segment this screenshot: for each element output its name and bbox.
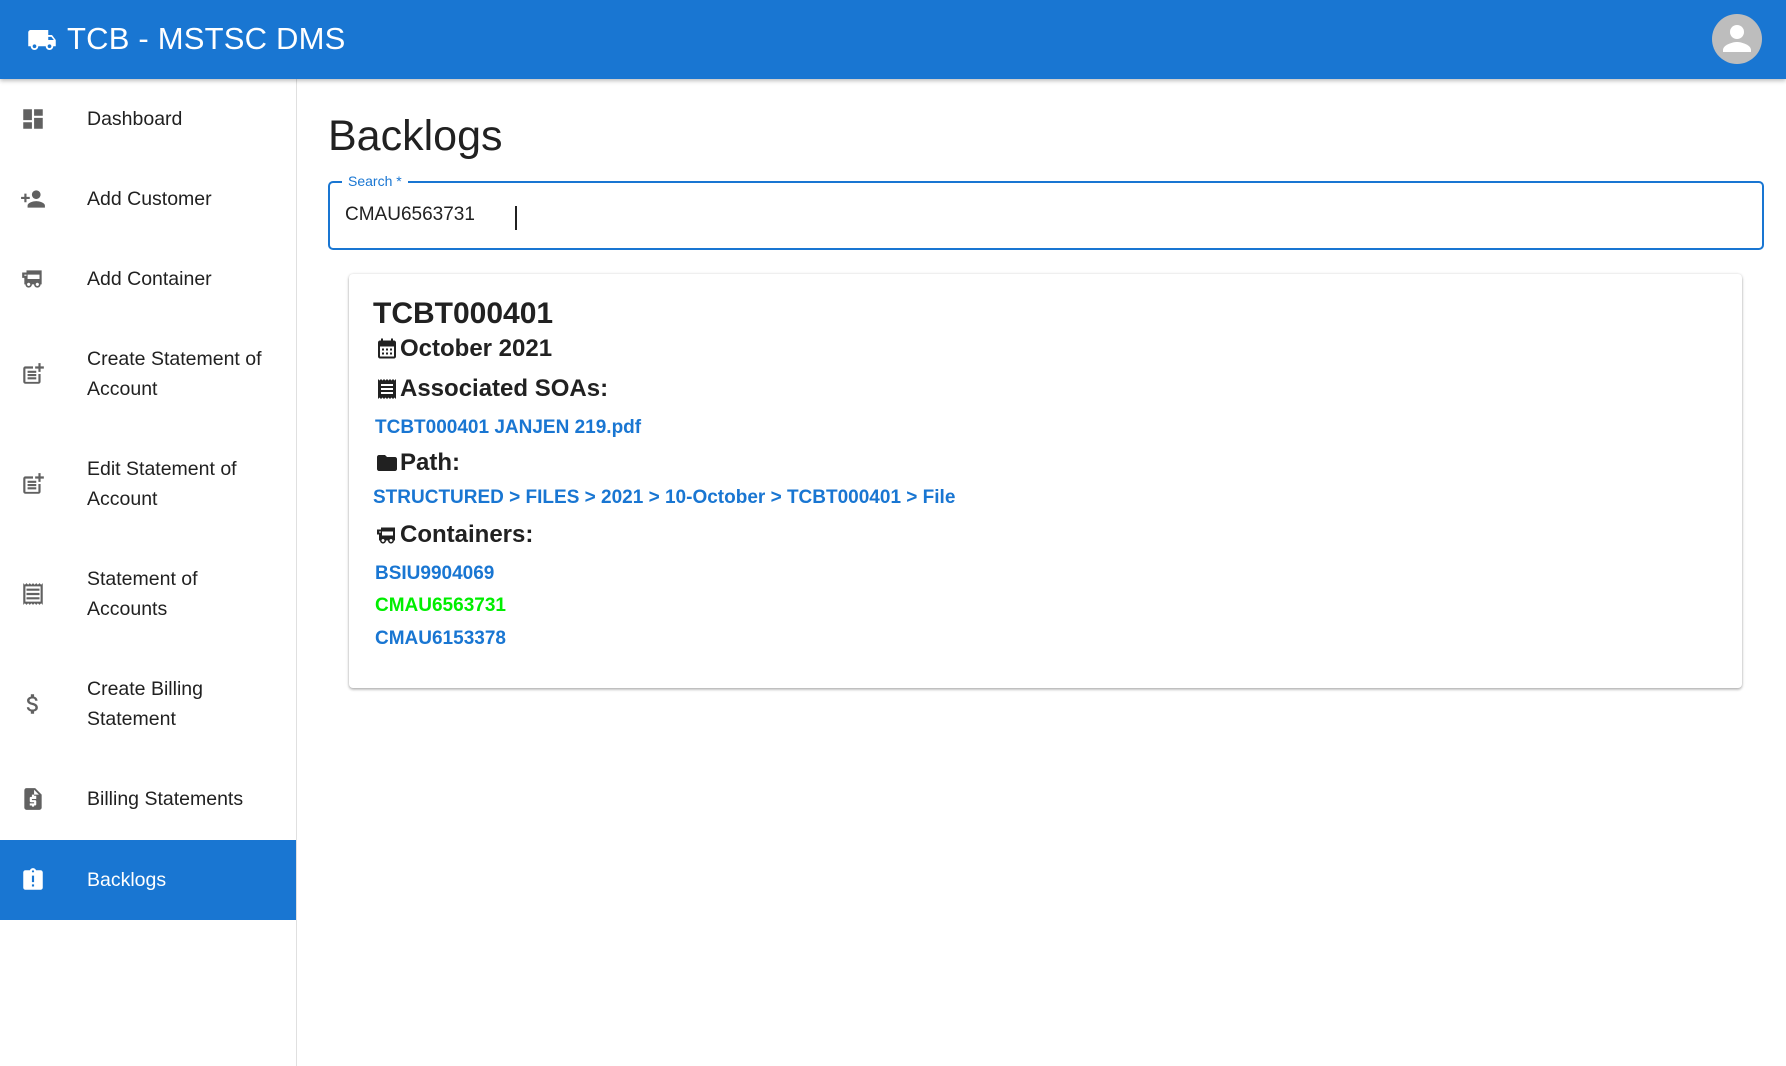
sidebar-item-create-billing-statement[interactable]: Create Billing Statement — [0, 649, 296, 759]
truck-icon — [28, 30, 56, 50]
breadcrumb-separator: > — [503, 487, 526, 508]
date-heading: October 2021 — [375, 334, 552, 364]
sidebar-item-label: Backlogs — [87, 869, 167, 891]
sidebar-item-label: Statement of Accounts — [87, 568, 198, 620]
breadcrumb-item[interactable]: File — [923, 487, 956, 508]
rv-truck-icon — [20, 266, 46, 292]
sidebar-item-label: Dashboard — [87, 108, 183, 130]
dashboard-icon — [20, 106, 46, 132]
containers-heading-text: Containers: — [400, 521, 534, 548]
sidebar: Dashboard Add Customer Add Container Cre… — [0, 79, 297, 1066]
soas-heading-text: Associated SOAs: — [400, 375, 609, 402]
breadcrumb-separator: > — [643, 487, 665, 508]
breadcrumb: STRUCTURED > FILES > 2021 > 10-October >… — [373, 486, 955, 510]
breadcrumb-item[interactable]: 10-October — [665, 487, 765, 508]
pending-actions-icon — [20, 867, 46, 893]
folder-icon — [375, 450, 399, 476]
search-field[interactable]: Search * — [328, 172, 1764, 250]
text-caret — [515, 206, 517, 230]
calendar-icon — [375, 336, 399, 362]
breadcrumb-item[interactable]: FILES — [526, 487, 580, 508]
sidebar-item-create-soa[interactable]: Create Statement of Account — [0, 319, 296, 429]
soa-file-link[interactable]: TCBT000401 JANJEN 219.pdf — [375, 416, 641, 440]
breadcrumb-separator: > — [579, 487, 602, 508]
account-icon — [1723, 25, 1751, 52]
breadcrumb-item[interactable]: 2021 — [601, 487, 643, 508]
container-link[interactable]: BSIU9904069 — [375, 562, 494, 586]
sidebar-item-add-customer[interactable]: Add Customer — [0, 159, 296, 239]
container-link-matched[interactable]: CMAU6563731 — [375, 594, 506, 618]
breadcrumb-item[interactable]: STRUCTURED — [373, 487, 504, 508]
app-bar: TCB - MSTSC DMS — [0, 0, 1786, 79]
container-link[interactable]: CMAU6153378 — [375, 627, 506, 651]
path-heading: Path: — [375, 448, 460, 478]
person-add-icon — [20, 186, 46, 212]
result-card: TCBT000401 October 2021 Associated SOAs:… — [349, 274, 1742, 688]
sidebar-item-label: Add Customer — [87, 188, 212, 210]
sidebar-item-statement-of-accounts[interactable]: Statement of Accounts — [0, 539, 296, 649]
breadcrumb-item[interactable]: TCBT000401 — [787, 487, 901, 508]
result-title: TCBT000401 — [373, 297, 554, 330]
post-add-icon — [20, 361, 46, 387]
receipt-long-icon — [375, 376, 399, 402]
dollar-icon — [20, 691, 46, 717]
account-avatar-button[interactable] — [1712, 14, 1762, 64]
app-title: TCB - MSTSC DMS — [67, 21, 346, 56]
sidebar-item-label: Create Statement of Account — [87, 348, 262, 400]
page-title: Backlogs — [328, 112, 503, 160]
search-input[interactable] — [345, 195, 1745, 235]
sidebar-item-label: Edit Statement of Account — [87, 458, 237, 510]
sidebar-item-label: Billing Statements — [87, 788, 244, 810]
sidebar-item-backlogs[interactable]: Backlogs — [0, 840, 296, 920]
soas-heading: Associated SOAs: — [375, 374, 608, 404]
sidebar-item-add-container[interactable]: Add Container — [0, 239, 296, 319]
containers-heading: Containers: — [375, 520, 533, 550]
main-content: Backlogs Search * TCBT000401 October 202… — [297, 79, 1786, 1066]
rv-truck-icon — [375, 522, 399, 548]
search-label: Search * — [342, 172, 408, 190]
breadcrumb-separator: > — [901, 487, 923, 508]
sidebar-item-label: Create Billing Statement — [87, 678, 203, 730]
post-add-icon — [20, 471, 46, 497]
receipt-icon — [20, 581, 46, 607]
sidebar-item-dashboard[interactable]: Dashboard — [0, 79, 296, 159]
breadcrumb-separator: > — [765, 487, 787, 508]
result-date: October 2021 — [400, 335, 553, 362]
request-quote-icon — [20, 786, 46, 812]
sidebar-item-edit-soa[interactable]: Edit Statement of Account — [0, 429, 296, 539]
sidebar-item-label: Add Container — [87, 268, 212, 290]
sidebar-item-billing-statements[interactable]: Billing Statements — [0, 759, 296, 839]
path-heading-text: Path: — [400, 449, 460, 476]
